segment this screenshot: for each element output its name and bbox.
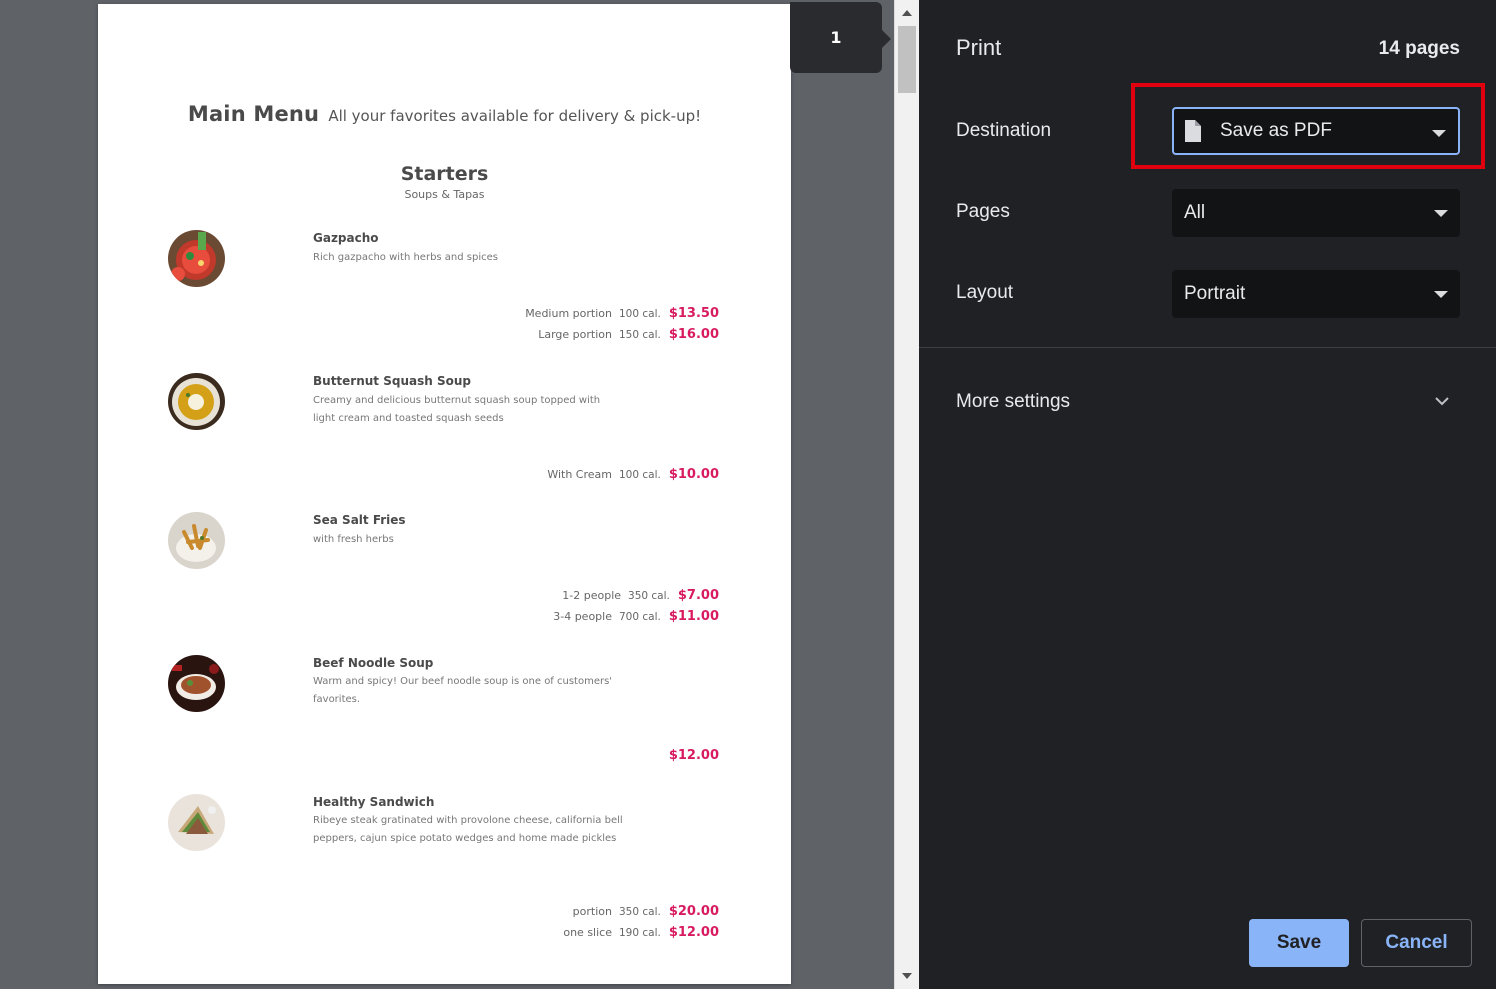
price-row: Medium portion 100 cal. $13.50 [525,306,719,326]
price-value: $11.00 [668,609,719,624]
sandwich-photo [168,794,225,851]
price-label: portion [572,905,612,918]
price-value: $10.00 [668,467,719,482]
item-description: Creamy and delicious butternut squash so… [313,395,601,424]
price-label: Medium portion [525,307,612,320]
price-calories: 150 cal. [618,329,661,341]
price-value: $20.00 [668,904,719,919]
price-calories: 190 cal. [618,927,661,939]
price-row: 1-2 people 350 cal. $7.00 [562,588,719,608]
item-name: Gazpacho [313,231,379,245]
price-value: $16.00 [668,327,719,342]
squash-soup-photo [168,373,225,430]
price-calories: 100 cal. [618,308,661,320]
layout-label: Layout [956,282,1014,303]
section-subtitle: Soups & Tapas [404,188,485,201]
layout-select[interactable]: Portrait [1172,270,1460,318]
print-preview-area: Main Menu All your favorites available f… [0,0,894,989]
menu-title: Main Menu [187,102,320,126]
menu-subtitle: All your favorites available for deliver… [328,107,702,125]
price-label: 3-4 people [553,610,612,623]
save-button[interactable]: Save [1249,919,1349,967]
noodle-soup-photo [168,655,225,712]
item-description: with fresh herbs [313,534,394,545]
item-description: Warm and spicy! Our beef noodle soup is … [313,676,613,705]
pages-label: Pages [956,201,1010,222]
price-value: $12.00 [668,748,719,763]
section-title: Starters [400,163,489,185]
scroll-up-arrow-icon[interactable] [895,2,919,24]
price-label: With Cream [547,468,612,481]
section-divider [919,347,1500,348]
price-row: With Cream 100 cal. $10.00 [547,467,719,487]
chevron-down-icon[interactable] [1433,392,1451,410]
fries-photo [168,512,225,569]
item-name: Butternut Squash Soup [313,374,471,388]
price-row: portion 350 cal. $20.00 [573,904,719,924]
price-calories: 100 cal. [618,469,661,481]
scroll-thumb[interactable] [898,26,916,93]
dropdown-arrow-icon [1434,210,1448,217]
price-calories: 350 cal. [618,906,661,918]
more-settings-label: More settings [956,391,1071,412]
item-name: Beef Noodle Soup [313,656,434,670]
price-row: Large portion 150 cal. $16.00 [538,327,719,347]
more-settings-toggle[interactable]: More settings [919,380,1500,424]
price-value: $7.00 [677,588,719,603]
cancel-button[interactable]: Cancel [1361,919,1472,967]
gazpacho-photo [168,230,225,287]
item-description: Rich gazpacho with herbs and spices [313,252,498,263]
price-value: $12.00 [668,925,719,940]
pages-select[interactable]: All [1172,189,1460,237]
price-label: one slice [563,926,612,939]
print-title: Print [956,35,1002,60]
price-row: 3-4 people 700 cal. $11.00 [553,609,719,629]
item-description: Ribeye steak gratinated with provolone c… [313,815,623,844]
background-window-edge [1496,0,1500,989]
highlight-annotation [1131,83,1485,169]
preview-page: Main Menu All your favorites available f… [98,4,791,984]
price-label: 1-2 people [562,589,622,602]
price-row: one slice 190 cal. $12.00 [563,925,719,945]
item-name: Sea Salt Fries [313,513,406,527]
item-name: Healthy Sandwich [313,795,435,809]
dropdown-arrow-icon [1434,291,1448,298]
price-label: Large portion [538,328,612,341]
price-value: $13.50 [668,306,719,321]
sheet-count: 14 pages [1378,38,1460,59]
price-calories: 350 cal. [628,590,670,602]
scroll-down-arrow-icon[interactable] [895,965,919,987]
preview-scrollbar[interactable] [894,0,919,989]
menu-header: Main Menu All your favorites available f… [98,102,791,126]
price-row: $12.00 [654,748,719,768]
pages-value: All [1184,202,1206,223]
print-settings-panel: Print 14 pages Destination Save as PDF P… [919,0,1500,989]
layout-value: Portrait [1184,283,1246,304]
destination-label: Destination [956,120,1052,141]
price-calories: 700 cal. [618,611,661,623]
page-number-badge: 1 [790,2,891,73]
